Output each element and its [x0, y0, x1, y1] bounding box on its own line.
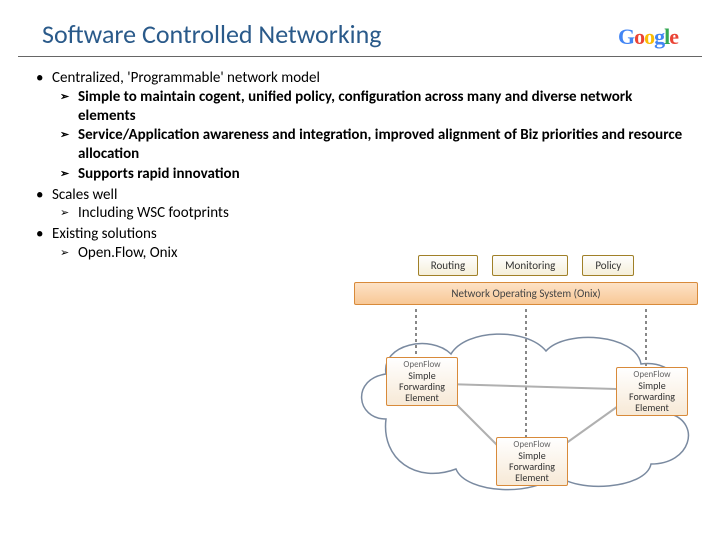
policy-box: Policy [582, 255, 634, 276]
google-logo: Google [618, 24, 678, 50]
cloud-area: OpenFlow Simple Forwarding Element OpenF… [346, 309, 706, 499]
slide-body: Centralized, 'Programmable' network mode… [0, 57, 720, 263]
bullet-2: Scales well Including WSC footprints [52, 186, 684, 224]
bullet-1-sub-2: Service/Application awareness and integr… [78, 126, 684, 164]
bullet-1-sub-1: Simple to maintain cogent, unified polic… [78, 88, 684, 126]
monitoring-box: Monitoring [492, 255, 568, 276]
forwarding-element-1: OpenFlow Simple Forwarding Element [386, 357, 458, 406]
bullet-2-sub-1: Including WSC footprints [78, 204, 684, 223]
forwarding-element-3: OpenFlow Simple Forwarding Element [496, 437, 568, 486]
slide-header: Software Controlled Networking Google [18, 0, 702, 57]
routing-box: Routing [418, 255, 478, 276]
bullet-1-sub-3: Supports rapid innovation [78, 165, 684, 184]
link-2 [446, 384, 616, 389]
nos-box: Network Operating System (Onix) [354, 282, 698, 305]
bullet-1: Centralized, 'Programmable' network mode… [52, 69, 684, 184]
slide-title: Software Controlled Networking [42, 18, 382, 50]
architecture-diagram: Routing Monitoring Policy Network Operat… [346, 255, 706, 525]
forwarding-element-2: OpenFlow Simple Forwarding Element [616, 367, 688, 416]
